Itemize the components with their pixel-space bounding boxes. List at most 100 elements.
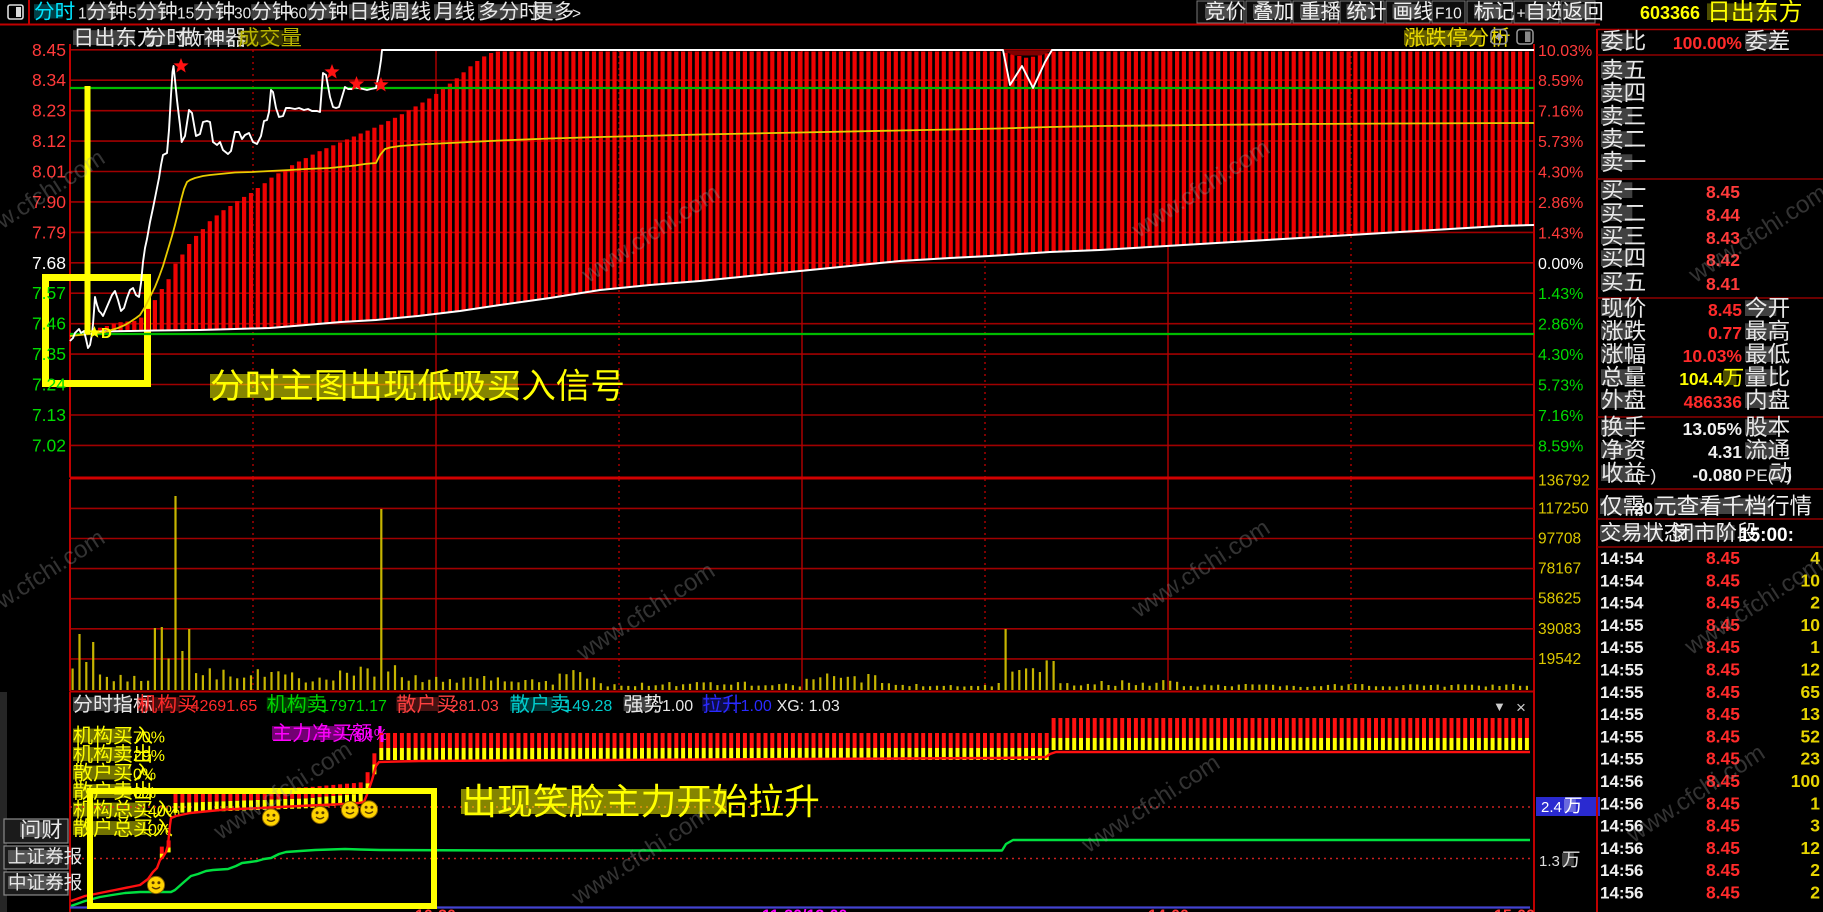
svg-text:4.31: 4.31 bbox=[1708, 442, 1742, 462]
svg-text:现价: 现价 bbox=[1601, 296, 1646, 321]
svg-text:8.23: 8.23 bbox=[32, 101, 66, 121]
svg-text:0.77: 0.77 bbox=[1708, 323, 1742, 343]
svg-text:-0.080: -0.080 bbox=[1692, 465, 1742, 485]
svg-text:委比: 委比 bbox=[1601, 29, 1646, 54]
svg-text:8.45: 8.45 bbox=[32, 40, 66, 60]
svg-text:17971.17: 17971.17 bbox=[320, 698, 387, 715]
svg-text:10.03%: 10.03% bbox=[1683, 346, 1743, 366]
svg-text:14:55: 14:55 bbox=[1600, 727, 1643, 746]
svg-text:14:00: 14:00 bbox=[1148, 908, 1189, 912]
svg-text:15:00:: 15:00: bbox=[1739, 525, 1794, 546]
svg-text:8.45: 8.45 bbox=[1706, 726, 1740, 746]
svg-text:买一: 买一 bbox=[1601, 178, 1646, 203]
svg-text:机构卖: 机构卖 bbox=[267, 693, 327, 716]
svg-text:100: 100 bbox=[1791, 771, 1820, 791]
svg-text:8.45: 8.45 bbox=[1706, 182, 1740, 202]
svg-text:149.28: 149.28 bbox=[563, 698, 612, 715]
svg-text:7.46: 7.46 bbox=[32, 314, 66, 334]
svg-text:7.24: 7.24 bbox=[32, 375, 66, 395]
svg-text:2: 2 bbox=[1810, 883, 1820, 903]
svg-text:卖一: 卖一 bbox=[1601, 150, 1646, 175]
svg-text:▼: ▼ bbox=[1493, 699, 1506, 714]
svg-text:标记: 标记 bbox=[1474, 1, 1515, 24]
svg-text:股本: 股本 bbox=[1745, 415, 1790, 440]
svg-text:>: > bbox=[572, 6, 581, 23]
svg-text:8.45: 8.45 bbox=[1706, 548, 1740, 568]
svg-text::: : bbox=[654, 698, 658, 715]
svg-text:10: 10 bbox=[1801, 615, 1821, 635]
svg-text:2: 2 bbox=[1810, 860, 1820, 880]
svg-text:换手: 换手 bbox=[1601, 415, 1646, 440]
svg-text:买二: 买二 bbox=[1601, 201, 1646, 226]
svg-text:万: 万 bbox=[1564, 795, 1583, 816]
svg-text:叠加: 叠加 bbox=[1253, 1, 1294, 24]
svg-text:15: 15 bbox=[177, 6, 194, 23]
svg-text:1.00: 1.00 bbox=[662, 698, 693, 715]
svg-text:2.4: 2.4 bbox=[1541, 799, 1562, 816]
svg-text:78167: 78167 bbox=[1538, 561, 1581, 578]
svg-text:2.86%: 2.86% bbox=[1538, 317, 1583, 334]
svg-text:卖二: 卖二 bbox=[1601, 127, 1646, 152]
svg-text:14:55: 14:55 bbox=[1600, 750, 1643, 769]
svg-text:万: 万 bbox=[1562, 849, 1581, 870]
svg-text:603366: 603366 bbox=[1640, 3, 1700, 23]
svg-text::: : bbox=[441, 698, 445, 715]
svg-text:8.45: 8.45 bbox=[1706, 704, 1740, 724]
svg-text:涨幅: 涨幅 bbox=[1601, 342, 1646, 367]
svg-text:5: 5 bbox=[128, 6, 137, 23]
svg-text:14:55: 14:55 bbox=[1600, 683, 1643, 702]
svg-text:元查看千档行情: 元查看千档行情 bbox=[1654, 494, 1812, 519]
svg-text:涨跌: 涨跌 bbox=[1601, 319, 1646, 344]
svg-text:1.43%: 1.43% bbox=[1538, 225, 1583, 242]
svg-text:8.45: 8.45 bbox=[1706, 660, 1740, 680]
svg-text::: : bbox=[1664, 527, 1668, 544]
svg-text:19542: 19542 bbox=[1538, 651, 1581, 668]
svg-text:分时主图出现低吸买入信号: 分时主图出现低吸买入信号 bbox=[210, 368, 625, 406]
svg-text:7.79: 7.79 bbox=[32, 222, 66, 242]
svg-text:分钟: 分钟 bbox=[194, 1, 235, 24]
svg-text:F10: F10 bbox=[1435, 6, 1462, 23]
svg-text:画线: 画线 bbox=[1393, 1, 1434, 24]
svg-text:14:56: 14:56 bbox=[1600, 794, 1643, 813]
svg-text:7.68: 7.68 bbox=[32, 253, 66, 273]
svg-text:14:54: 14:54 bbox=[1600, 571, 1644, 590]
svg-text:10.03%: 10.03% bbox=[1538, 43, 1592, 60]
svg-text:卖五: 卖五 bbox=[1601, 58, 1646, 83]
svg-text:买四: 买四 bbox=[1601, 246, 1646, 271]
svg-text:11:30/13:00: 11:30/13:00 bbox=[762, 908, 848, 912]
svg-text:8.45: 8.45 bbox=[1706, 883, 1740, 903]
svg-text:重播: 重播 bbox=[1300, 1, 1342, 24]
svg-text:散户卖: 散户卖 bbox=[510, 693, 570, 716]
svg-text:总量: 总量 bbox=[1601, 365, 1646, 390]
svg-text:竞价: 竞价 bbox=[1205, 1, 1246, 24]
svg-text:分钟: 分钟 bbox=[307, 1, 348, 24]
svg-text:8.44: 8.44 bbox=[1706, 205, 1740, 225]
svg-text:内盘: 内盘 bbox=[1745, 388, 1790, 413]
svg-text:1.00: 1.00 bbox=[741, 698, 772, 715]
svg-text:8.45: 8.45 bbox=[1706, 838, 1740, 858]
svg-text:14:54: 14:54 bbox=[1600, 594, 1644, 613]
svg-text:8.45: 8.45 bbox=[1706, 860, 1740, 880]
svg-text:10:30: 10:30 bbox=[415, 908, 456, 912]
svg-text:7.16%: 7.16% bbox=[1538, 104, 1583, 121]
svg-text:分钟: 分钟 bbox=[251, 1, 292, 24]
svg-text:自选: 自选 bbox=[1525, 1, 1566, 24]
svg-text:4.30%: 4.30% bbox=[1538, 347, 1583, 364]
svg-text:8.12: 8.12 bbox=[32, 131, 66, 151]
svg-text:D: D bbox=[101, 325, 112, 342]
svg-text:问财: 问财 bbox=[20, 818, 63, 842]
svg-text:14:55: 14:55 bbox=[1600, 616, 1643, 635]
svg-text:281.03: 281.03 bbox=[450, 698, 499, 715]
svg-text:中证券报: 中证券报 bbox=[8, 872, 82, 893]
svg-text:分钟: 分钟 bbox=[137, 1, 178, 24]
svg-text:8.45: 8.45 bbox=[1706, 816, 1740, 836]
svg-text:1: 1 bbox=[78, 6, 87, 23]
svg-text:12: 12 bbox=[1801, 660, 1821, 680]
svg-text:100.00%: 100.00% bbox=[1673, 33, 1743, 53]
svg-text:8.45: 8.45 bbox=[1708, 300, 1742, 320]
svg-text:上证券报: 上证券报 bbox=[8, 846, 82, 867]
svg-text:分钟: 分钟 bbox=[87, 1, 128, 24]
svg-text:): ) bbox=[1787, 466, 1793, 485]
svg-text:7.16%: 7.16% bbox=[1538, 408, 1583, 425]
svg-text:更多: 更多 bbox=[533, 1, 574, 24]
